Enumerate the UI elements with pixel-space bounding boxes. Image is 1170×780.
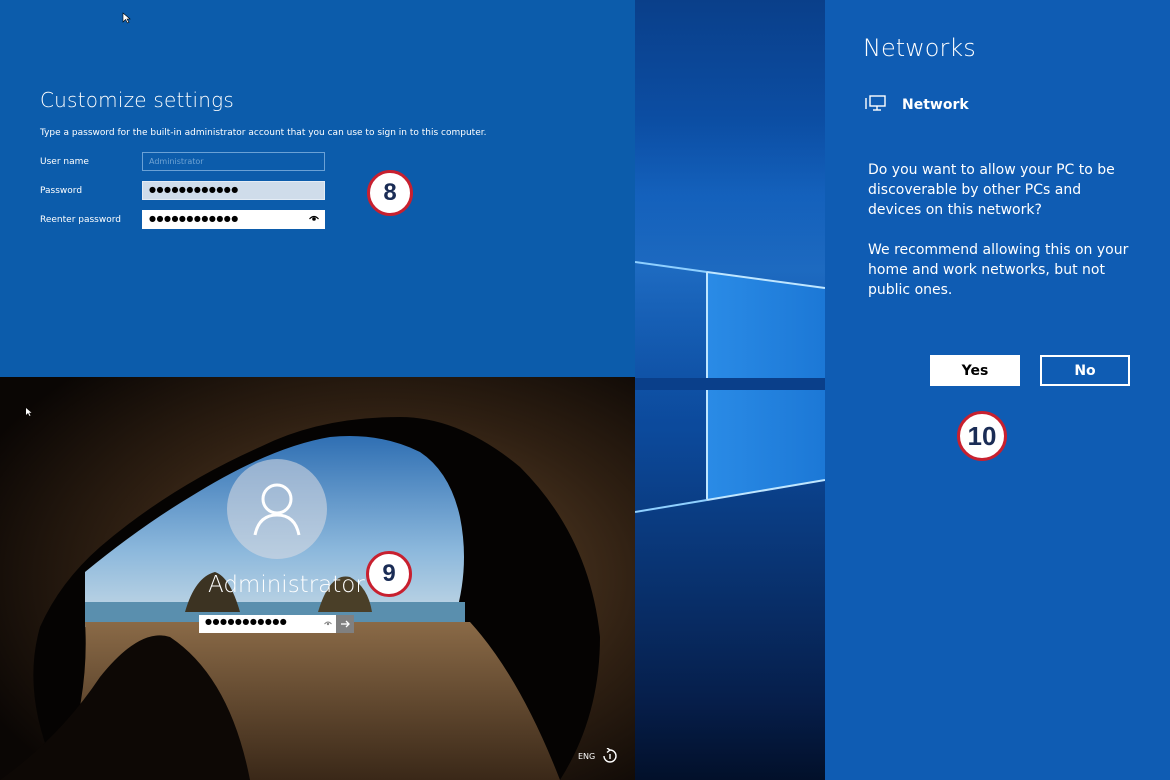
password-value: ●●●●●●●●●●●● bbox=[149, 185, 239, 194]
lock-password-field[interactable]: ●●●●●●●●●●● bbox=[199, 615, 336, 633]
customize-settings-panel: Customize settings Type a password for t… bbox=[0, 0, 635, 377]
page-title: Customize settings bbox=[40, 88, 235, 112]
password-label: Password bbox=[40, 186, 83, 196]
step-badge-10: 10 bbox=[957, 411, 1007, 461]
yes-button[interactable]: Yes bbox=[930, 355, 1020, 386]
ease-of-access-icon[interactable] bbox=[601, 748, 619, 764]
network-pc-icon bbox=[865, 95, 886, 111]
network-name: Network bbox=[902, 97, 969, 113]
eye-icon[interactable] bbox=[309, 213, 319, 223]
no-button[interactable]: No bbox=[1040, 355, 1130, 386]
mouse-pointer-icon bbox=[26, 408, 32, 416]
reenter-password-field[interactable]: ●●●●●●●●●●●● bbox=[142, 210, 325, 229]
user-avatar bbox=[227, 459, 327, 559]
arrow-right-icon bbox=[341, 620, 350, 628]
step-badge-8: 8 bbox=[367, 170, 413, 216]
lock-screen-panel: Administrator ●●●●●●●●●●● 9 ENG bbox=[0, 377, 635, 780]
networks-panel: Networks Network Do you want to allow yo… bbox=[825, 0, 1170, 780]
username-label: User name bbox=[40, 157, 89, 167]
discoverable-question: Do you want to allow your PC to be disco… bbox=[868, 162, 1115, 218]
setup-description: Type a password for the built-in adminis… bbox=[40, 128, 487, 138]
reenter-password-value: ●●●●●●●●●●●● bbox=[149, 214, 239, 223]
reenter-password-label: Reenter password bbox=[40, 215, 121, 225]
lock-password-value: ●●●●●●●●●●● bbox=[205, 617, 288, 626]
password-field[interactable]: ●●●●●●●●●●●● bbox=[142, 181, 325, 200]
mouse-pointer-icon bbox=[122, 12, 131, 24]
recommendation-text: We recommend allowing this on your home … bbox=[868, 242, 1129, 298]
submit-arrow-button[interactable] bbox=[336, 615, 354, 633]
language-indicator[interactable]: ENG bbox=[578, 752, 595, 761]
step-badge-9: 9 bbox=[366, 551, 412, 597]
windows-wallpaper bbox=[635, 0, 825, 780]
eye-icon[interactable] bbox=[324, 620, 332, 627]
networks-title: Networks bbox=[863, 34, 976, 62]
lock-username: Administrator bbox=[208, 572, 365, 598]
username-field[interactable]: Administrator bbox=[142, 152, 325, 171]
user-avatar-icon bbox=[253, 483, 301, 536]
windows-logo-light-icon bbox=[635, 120, 825, 513]
